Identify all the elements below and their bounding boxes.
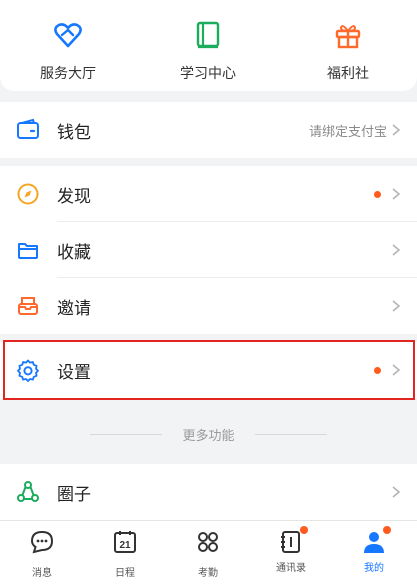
invite-box-icon <box>18 297 38 315</box>
compass-icon <box>17 183 39 205</box>
contacts-icon-wrap <box>278 526 308 555</box>
bottom-tab-bar: 消息 21 日程 考勤 通讯录 我的 <box>0 520 417 588</box>
tab-label: 消息 <box>32 568 52 579</box>
divider-line <box>254 433 327 435</box>
welfare-button[interactable]: 福利社 <box>288 20 408 83</box>
chat-icon <box>30 530 54 554</box>
wallet-status: 请绑定支付宝 <box>308 123 387 139</box>
book-icon <box>196 21 220 49</box>
wallet-icon <box>17 118 39 139</box>
wallet-group: 钱包 请绑定支付宝 <box>0 102 417 158</box>
person-icon-wrap <box>361 526 391 555</box>
tab-label: 我的 <box>364 563 384 574</box>
wallet-label: 钱包 <box>57 122 91 142</box>
tab-attendance[interactable]: 考勤 <box>178 529 238 579</box>
notification-dot <box>300 526 308 534</box>
contacts-icon <box>281 531 300 553</box>
quick-actions-card: 服务大厅 学习中心 福利社 <box>0 0 417 91</box>
tab-contacts[interactable]: 通讯录 <box>261 526 321 574</box>
tab-messages[interactable]: 消息 <box>12 529 72 579</box>
chevron-right-icon <box>392 244 401 256</box>
welfare-label: 福利社 <box>327 65 369 81</box>
tab-me[interactable]: 我的 <box>344 526 404 574</box>
wallet-row[interactable]: 钱包 请绑定支付宝 <box>0 102 417 158</box>
circle-group-icon <box>17 481 39 502</box>
discover-row[interactable]: 发现 <box>0 166 417 222</box>
discover-label: 发现 <box>57 186 91 206</box>
calendar-icon: 21 <box>114 531 136 553</box>
heart-service-icon <box>54 23 82 48</box>
learning-center-label: 学习中心 <box>180 65 236 81</box>
settings-row[interactable]: 设置 <box>0 342 417 398</box>
tab-label: 通讯录 <box>276 563 306 574</box>
tab-calendar[interactable]: 21 日程 <box>95 529 155 579</box>
folder-icon <box>18 243 38 259</box>
invite-row[interactable]: 邀请 <box>0 278 417 334</box>
chevron-right-icon <box>392 124 401 136</box>
invite-label: 邀请 <box>57 298 91 318</box>
gift-icon <box>335 25 361 49</box>
menu-group: 发现 收藏 邀请 <box>0 166 417 334</box>
service-hall-label: 服务大厅 <box>40 65 96 81</box>
learning-center-button[interactable]: 学习中心 <box>148 20 268 83</box>
chevron-right-icon <box>392 486 401 498</box>
gear-icon <box>17 359 39 382</box>
notification-dot <box>383 526 391 534</box>
person-icon <box>364 532 384 553</box>
more-features-divider: 更多功能 <box>0 412 417 456</box>
tab-label: 考勤 <box>198 568 218 579</box>
circle-label: 圈子 <box>57 484 91 504</box>
settings-group: 设置 <box>0 342 417 398</box>
tab-label: 日程 <box>115 568 135 579</box>
favorites-label: 收藏 <box>57 242 91 262</box>
chevron-right-icon <box>392 300 401 312</box>
notification-dot <box>374 367 381 374</box>
circle-row[interactable]: 圈子 <box>0 464 417 520</box>
more-features-label: 更多功能 <box>182 427 235 443</box>
chevron-right-icon <box>392 364 401 376</box>
notification-dot <box>374 191 381 198</box>
calendar-day: 21 <box>119 540 131 551</box>
grid-icon <box>198 532 218 552</box>
divider-line <box>90 433 163 435</box>
circle-group: 圈子 <box>0 464 417 520</box>
favorites-row[interactable]: 收藏 <box>0 222 417 278</box>
chevron-right-icon <box>392 188 401 200</box>
service-hall-button[interactable]: 服务大厅 <box>8 20 128 83</box>
settings-label: 设置 <box>57 362 91 382</box>
